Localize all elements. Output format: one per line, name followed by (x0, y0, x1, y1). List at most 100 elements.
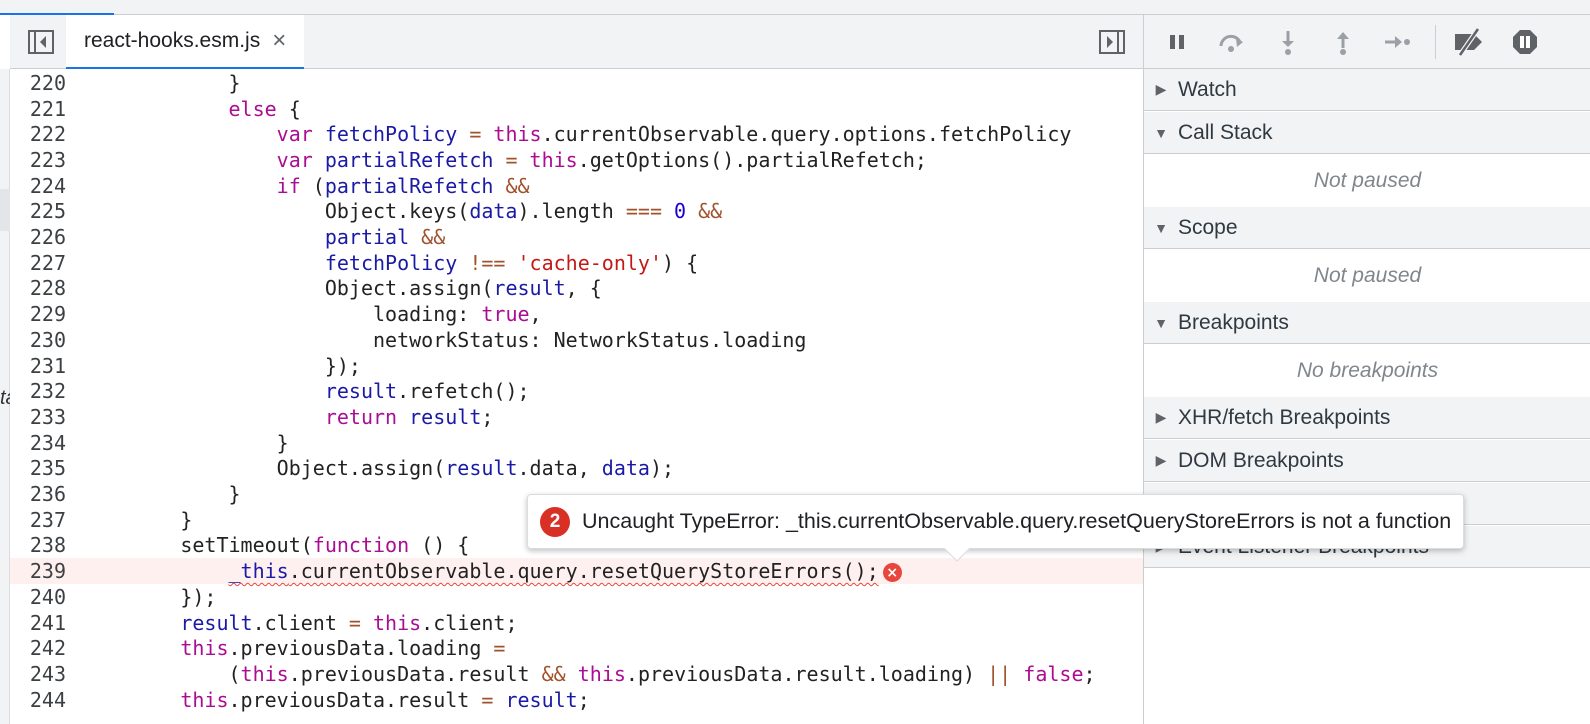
code-text: } (76, 71, 240, 95)
code-token: = (469, 122, 482, 147)
line-number[interactable]: 242 (10, 636, 66, 660)
code-token: ; (1083, 661, 1096, 686)
line-number[interactable]: 226 (10, 225, 66, 249)
pause-on-exceptions-button[interactable] (1510, 27, 1540, 57)
code-line[interactable]: 228 Object.assign(result, { (10, 276, 1143, 302)
line-number[interactable]: 224 (10, 174, 66, 198)
code-token: this (373, 610, 422, 635)
close-icon[interactable]: × (272, 29, 286, 53)
code-token: .previousData.loading (228, 636, 494, 661)
line-number[interactable]: 240 (10, 585, 66, 609)
section-header-call-stack[interactable]: ▼ Call Stack (1144, 112, 1590, 154)
code-token: else (228, 96, 277, 121)
section-header-watch[interactable]: ▶ Watch (1144, 69, 1590, 111)
code-token: partialRefetch (324, 173, 494, 198)
step-out-button[interactable] (1328, 27, 1358, 57)
section-header-dom-breakpoints[interactable]: ▶ DOM Breakpoints (1144, 440, 1590, 482)
code-line[interactable]: 230 networkStatus: NetworkStatus.loading (10, 327, 1143, 353)
navigator-selected-row[interactable] (0, 189, 10, 231)
line-number[interactable]: 234 (10, 431, 66, 455)
code-token: .client; (421, 610, 518, 635)
code-line-error[interactable]: 239 _this.currentObservable.query.resetQ… (10, 558, 1143, 584)
code-text: else { (76, 97, 301, 121)
line-number[interactable]: 232 (10, 379, 66, 403)
line-number[interactable]: 239 (10, 559, 66, 583)
line-number[interactable]: 241 (10, 611, 66, 635)
step-over-button[interactable] (1216, 27, 1246, 57)
code-line[interactable]: 242 this.previousData.loading = (10, 635, 1143, 661)
code-line[interactable]: 243 (this.previousData.result && this.pr… (10, 661, 1143, 687)
code-line[interactable]: 234 } (10, 430, 1143, 456)
tab-react-hooks[interactable]: react-hooks.esm.js × (66, 15, 305, 69)
code-token: && (541, 661, 566, 686)
code-editor[interactable]: 220 } 221 else {222 var fetchPolicy = thi… (10, 70, 1143, 724)
code-line[interactable]: 231 }); (10, 353, 1143, 379)
line-number[interactable]: 238 (10, 533, 66, 557)
step-button[interactable] (1382, 27, 1412, 57)
line-number[interactable]: 231 (10, 354, 66, 378)
line-number[interactable]: 244 (10, 688, 66, 712)
code-token: data (469, 199, 518, 224)
line-number[interactable]: 227 (10, 251, 66, 275)
code-line[interactable]: 240 }); (10, 584, 1143, 610)
code-line[interactable]: 226 partial && (10, 224, 1143, 250)
code-line[interactable]: 244 this.previousData.result = result; (10, 687, 1143, 713)
line-number[interactable]: 222 (10, 122, 66, 146)
line-number[interactable]: 236 (10, 482, 66, 506)
toggle-debugger-button[interactable] (1097, 28, 1127, 56)
line-number[interactable]: 243 (10, 662, 66, 686)
code-text: partial && (76, 225, 445, 249)
code-token: .previousData.result.loading) (625, 661, 988, 686)
code-line[interactable]: 229 loading: true, (10, 301, 1143, 327)
code-token: loading: (84, 302, 482, 327)
code-line[interactable]: 232 result.refetch(); (10, 378, 1143, 404)
line-number[interactable]: 223 (10, 148, 66, 172)
line-number[interactable]: 220 (10, 71, 66, 95)
line-number[interactable]: 228 (10, 276, 66, 300)
code-token: fetchPolicy (324, 122, 458, 147)
toggle-navigator-button[interactable] (26, 28, 56, 56)
code-token: networkStatus: NetworkStatus.loading (84, 327, 807, 352)
pause-button[interactable] (1162, 27, 1192, 57)
line-number[interactable]: 225 (10, 199, 66, 223)
error-indicator-icon[interactable]: × (882, 563, 902, 583)
sidebar-right-icon (1099, 30, 1125, 54)
code-line[interactable]: 220 } (10, 70, 1143, 96)
triangle-right-icon: ▶ (1155, 452, 1167, 468)
section-header-scope[interactable]: ▼ Scope (1144, 207, 1590, 249)
line-number[interactable]: 235 (10, 456, 66, 480)
code-line[interactable]: 221 else { (10, 96, 1143, 122)
section-header-breakpoints[interactable]: ▼ Breakpoints (1144, 302, 1590, 344)
line-number[interactable]: 221 (10, 97, 66, 121)
code-token: ).length (517, 199, 626, 224)
step-into-button[interactable] (1273, 27, 1303, 57)
section-title: Call Stack (1178, 120, 1273, 144)
code-line[interactable]: 233 return result; (10, 404, 1143, 430)
code-line[interactable]: 225 Object.keys(data).length === 0 && (10, 199, 1143, 225)
code-line[interactable]: 241 result.client = this.client; (10, 610, 1143, 636)
code-line[interactable]: 235 Object.assign(result.data, data); (10, 456, 1143, 482)
line-number[interactable]: 229 (10, 302, 66, 326)
line-number[interactable]: 230 (10, 328, 66, 352)
code-line[interactable]: 224 if (partialRefetch && (10, 173, 1143, 199)
section-header-xhr-fetch-breakpoints[interactable]: ▶ XHR/fetch Breakpoints (1144, 397, 1590, 439)
code-token: Object.keys( (84, 199, 470, 224)
line-number[interactable]: 233 (10, 405, 66, 429)
code-text: result.refetch(); (76, 379, 530, 403)
line-number[interactable]: 237 (10, 508, 66, 532)
code-line[interactable]: 227 fetchPolicy !== 'cache-only') { (10, 250, 1143, 276)
code-token: = (505, 147, 518, 172)
code-token: .refetch(); (397, 379, 530, 404)
step-into-icon (1282, 31, 1294, 55)
code-line[interactable]: 222 var fetchPolicy = this.currentObserv… (10, 121, 1143, 147)
deactivate-breakpoints-button[interactable] (1452, 27, 1488, 57)
code-line[interactable]: 223 var partialRefetch = this.getOptions… (10, 147, 1143, 173)
